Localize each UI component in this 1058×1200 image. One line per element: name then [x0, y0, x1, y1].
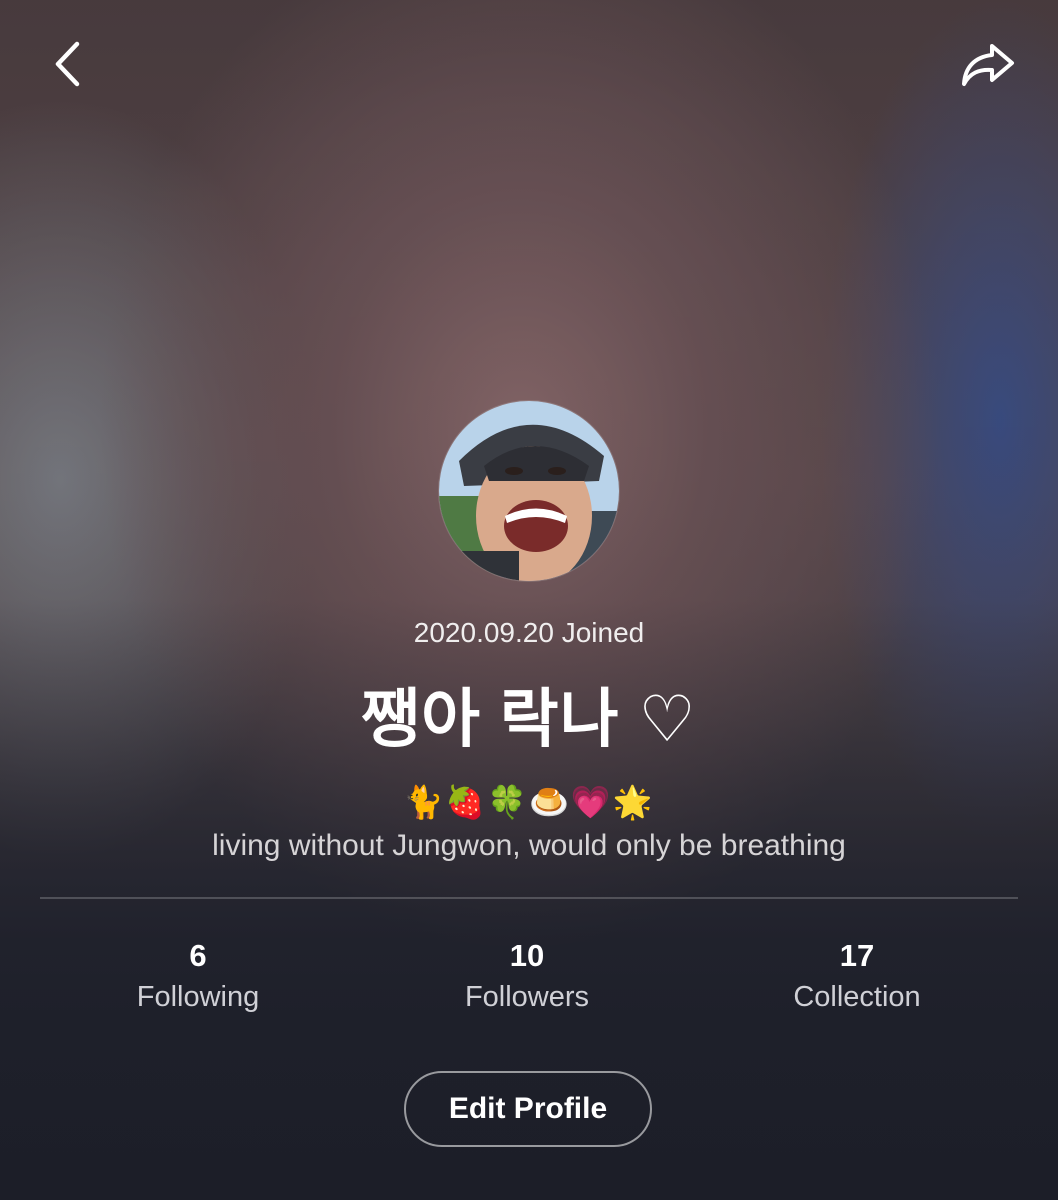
- following-stat[interactable]: 6 Following: [68, 937, 328, 1019]
- profile-screen: 2020.09.20 Joined 쨍아 락나 ♡ 🐈🍓🍀🍮💗🌟 living …: [0, 0, 1058, 1200]
- profile-name: 쨍아 락나 ♡: [361, 683, 697, 755]
- followers-stat[interactable]: 10 Followers: [397, 937, 657, 1019]
- following-label: Following: [136, 981, 260, 1013]
- share-arrow-icon: [962, 44, 1014, 86]
- edit-profile-button[interactable]: Edit Profile: [404, 1071, 652, 1147]
- joined-date: 2020.09.20 Joined: [413, 617, 645, 648]
- collection-label: Collection: [793, 981, 921, 1013]
- bio-emojis: 🐈🍓🍀🍮💗🌟: [403, 784, 655, 820]
- avatar-image: [439, 401, 619, 581]
- avatar[interactable]: [439, 401, 619, 581]
- followers-label: Followers: [464, 981, 590, 1013]
- collection-stat[interactable]: 17 Collection: [727, 937, 987, 1019]
- share-button[interactable]: [956, 36, 1020, 92]
- followers-count: 10: [509, 938, 545, 973]
- back-button[interactable]: [40, 36, 96, 92]
- cover-photo: [0, 0, 1058, 1200]
- bio-text: living without Jungwon, would only be br…: [212, 829, 846, 862]
- chevron-left-icon: [55, 41, 80, 87]
- divider: [40, 897, 1018, 899]
- following-count: 6: [189, 938, 207, 973]
- collection-count: 17: [839, 938, 875, 973]
